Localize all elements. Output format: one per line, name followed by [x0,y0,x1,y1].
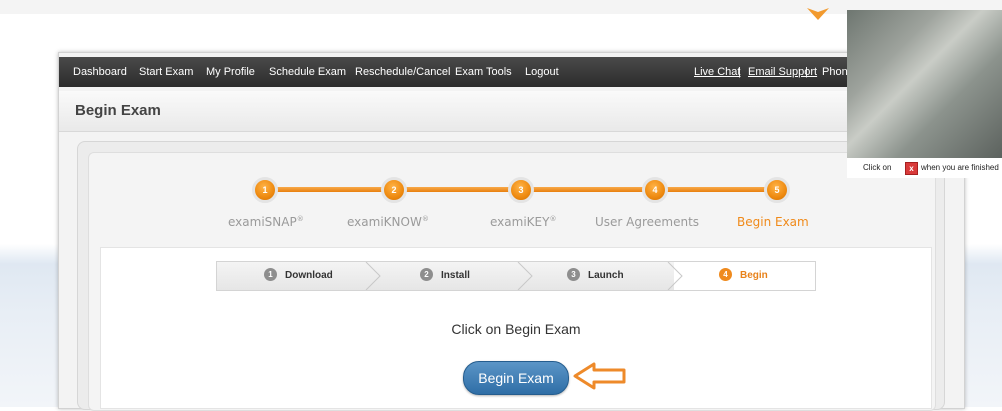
nav-reschedule-cancel[interactable]: Reschedule/Cancel [355,57,450,87]
tab-chevron-divider [517,262,533,290]
nav-start-exam[interactable]: Start Exam [139,57,193,87]
instruction-text: Click on Begin Exam [451,321,581,337]
webcam-caption-prefix: Click on [863,163,892,172]
nav-dashboard[interactable]: Dashboard [73,57,127,87]
page-title: Begin Exam [75,102,161,119]
tab-chevron-divider [365,262,381,290]
nav-live-chat[interactable]: Live Chat [694,57,740,87]
nav-schedule-exam[interactable]: Schedule Exam [269,57,346,87]
tab-download[interactable]: 1 Download [264,262,333,290]
tab-begin[interactable]: 4 Begin [719,262,768,290]
webcam-caption-suffix: when you are finished [921,163,999,172]
step-4-indicator: 4 [642,177,668,203]
close-x-icon[interactable]: x [905,162,918,175]
nav-logout[interactable]: Logout [525,57,559,87]
begin-exam-button[interactable]: Begin Exam [463,361,569,395]
step-4-label: User Agreements [595,215,700,229]
page-title-bar: Begin Exam [59,91,964,132]
webcam-preview [847,10,1002,158]
tab-install[interactable]: 2 Install [420,262,470,290]
substep-tabs: 1 Download 2 Install 3 Launch 4 Begin [216,261,816,291]
pointer-arrow-left-icon [573,362,626,390]
brand-logo-icon [807,8,829,20]
step-5-indicator: 5 [764,177,790,203]
step-3-label: examiKEY® [490,215,557,229]
step-content-box: 1 Download 2 Install 3 Launch 4 Begin Click … [100,247,932,409]
wizard-panel: 1 2 3 4 5 examiSNAP® examiKNOW® examiKEY… [88,152,936,411]
step-1-indicator: 1 [252,177,278,203]
top-navbar: Dashboard Start Exam My Profile Schedule… [59,57,964,87]
nav-separator: | [805,66,808,78]
tab-launch[interactable]: 3 Launch [567,262,624,290]
nav-my-profile[interactable]: My Profile [206,57,255,87]
step-1-label: examiSNAP® [228,215,304,229]
step-3-indicator: 3 [508,177,534,203]
step-5-label: Begin Exam [737,215,809,229]
exam-portal-window: Dashboard Start Exam My Profile Schedule… [58,52,965,411]
tab-chevron-divider [667,262,683,290]
nav-exam-tools[interactable]: Exam Tools [455,57,512,87]
step-2-indicator: 2 [381,177,407,203]
nav-separator: | [738,66,741,78]
wizard-outer-panel: 1 2 3 4 5 examiSNAP® examiKNOW® examiKEY… [77,141,945,411]
step-2-label: examiKNOW® [347,215,429,229]
